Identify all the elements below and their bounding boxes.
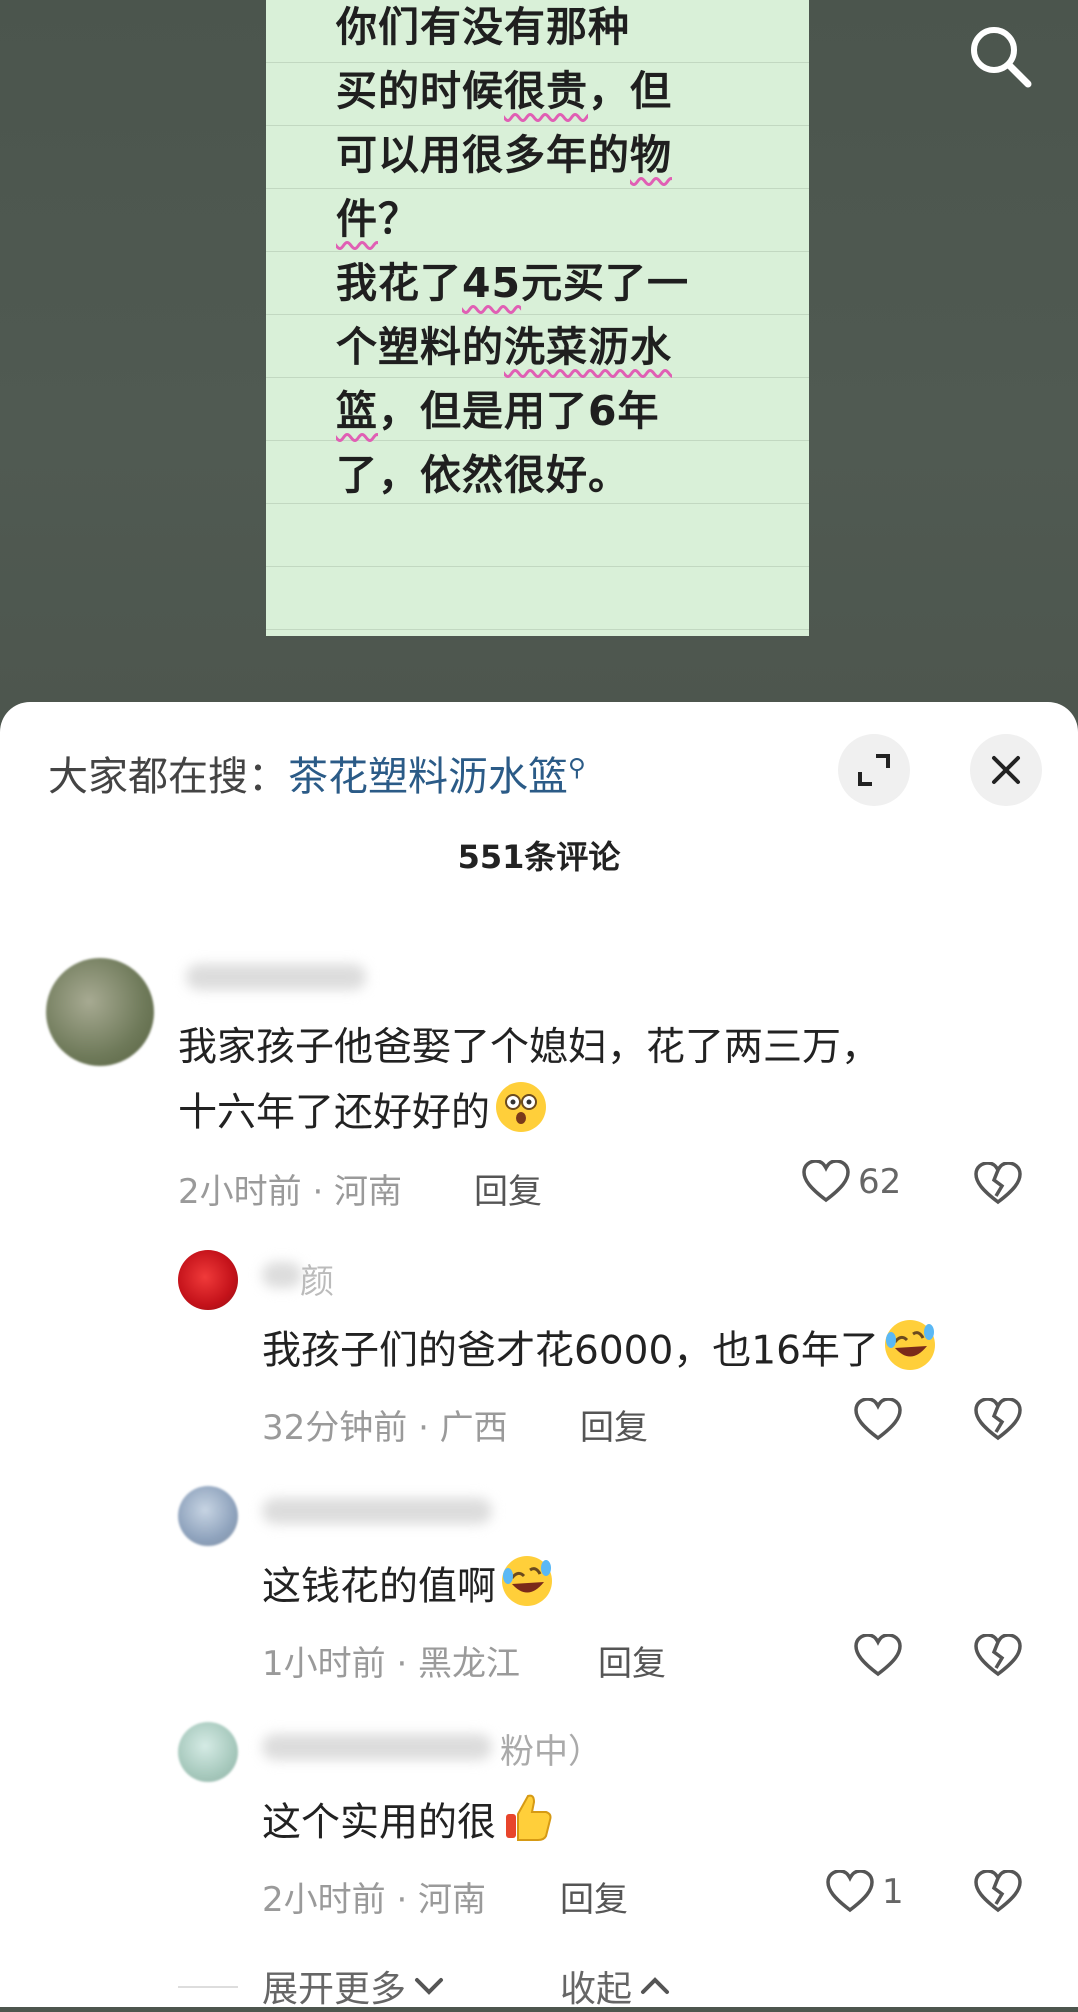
- dislike-button[interactable]: [974, 1633, 1022, 1682]
- chevron-up-icon: [641, 1977, 670, 1994]
- comment-text: 这钱花的值啊: [262, 1554, 554, 1624]
- broken-heart-icon: [974, 1869, 1022, 1913]
- like-button[interactable]: 62: [802, 1160, 901, 1204]
- note-segment: ？: [378, 195, 420, 243]
- video-area: 你们有没有那种 买的时候很贵，但 可以用很多年的物 件？ 我花了45元买了一 个…: [0, 0, 1078, 720]
- hot-search-bar[interactable]: 大家都在搜：茶花塑料沥水篮⚲: [48, 744, 586, 802]
- rolling-laughing-emoji: [500, 1554, 554, 1624]
- collapse-label: 收起: [560, 1969, 633, 2010]
- username-blurred[interactable]: [262, 1262, 302, 1288]
- thumbs-up-emoji: [500, 1790, 554, 1860]
- reply-button[interactable]: 回复: [474, 1164, 542, 1213]
- note-segment-highlight: 很贵: [504, 67, 588, 115]
- note-segment-highlight: 件: [336, 195, 378, 243]
- broken-heart-icon: [974, 1397, 1022, 1441]
- comment-meta: 1小时前 · 黑龙江: [262, 1644, 521, 1684]
- hot-search-prefix: 大家都在搜：: [48, 754, 288, 800]
- avatar[interactable]: [178, 1486, 238, 1546]
- comment-text: 十六年了还好好的: [178, 1080, 548, 1150]
- note-segment: 个塑料的: [336, 323, 504, 371]
- expand-more-label: 展开更多: [262, 1969, 407, 2010]
- comment-count: 551条评论: [457, 838, 621, 876]
- dislike-button[interactable]: [974, 1161, 1022, 1210]
- note-segment: 我花了: [336, 259, 462, 307]
- heart-icon: [826, 1870, 874, 1913]
- close-icon: [992, 756, 1020, 784]
- username-blurred[interactable]: [186, 964, 366, 990]
- like-button[interactable]: [854, 1398, 910, 1442]
- username-blurred[interactable]: [262, 1734, 492, 1760]
- comment-text: 我家孩子他爸娶了个媳妇，花了两三万，: [178, 1025, 881, 1070]
- comment-text-line: 这钱花的值啊: [262, 1564, 497, 1610]
- astonished-face-emoji: [494, 1080, 548, 1150]
- expand-button[interactable]: [838, 734, 910, 806]
- note-segment: 买的时候: [336, 67, 504, 115]
- hot-search-term[interactable]: 茶花塑料沥水篮: [288, 754, 568, 800]
- username-blurred[interactable]: [262, 1498, 492, 1524]
- like-count: 1: [882, 1872, 904, 1912]
- avatar[interactable]: [178, 1722, 238, 1782]
- dislike-button[interactable]: [974, 1397, 1022, 1446]
- note-segment: ，但是用了6年: [378, 387, 660, 435]
- avatar[interactable]: [178, 1250, 238, 1310]
- note-line: 了，依然很好。: [336, 451, 630, 499]
- reply-button[interactable]: 回复: [598, 1636, 666, 1685]
- note-line: 买的时候很贵，但: [336, 66, 672, 116]
- note-line: 个塑料的洗菜沥水: [336, 322, 672, 372]
- heart-icon: [802, 1160, 850, 1203]
- note-line: 篮，但是用了6年: [336, 386, 660, 436]
- note-segment: 可以用很多年的: [336, 131, 630, 179]
- note-segment: ，但: [588, 67, 672, 115]
- note-segment-highlight: 物: [630, 131, 672, 179]
- fan-tag: 粉中）: [500, 1732, 602, 1772]
- comment-meta: 2小时前 · 河南: [178, 1172, 403, 1212]
- note-segment-highlight: 45: [462, 259, 522, 307]
- note-line: 我花了45元买了一: [336, 258, 689, 308]
- chevron-down-icon: [415, 1978, 444, 1995]
- expand-icon: [858, 754, 890, 786]
- close-button[interactable]: [970, 734, 1042, 806]
- comment-sheet: 大家都在搜：茶花塑料沥水篮⚲ 551条评论 我家孩子他爸娶了个媳妇，花了两三万，…: [0, 702, 1078, 2010]
- like-count: 62: [858, 1162, 902, 1202]
- broken-heart-icon: [974, 1161, 1022, 1205]
- comment-meta: 32分钟前 · 广西: [262, 1408, 508, 1448]
- comment-text-line: 十六年了还好好的: [178, 1090, 491, 1136]
- search-small-icon: ⚲: [568, 753, 586, 782]
- note-line: 件？: [336, 194, 420, 244]
- note-card: 你们有没有那种 买的时候很贵，但 可以用很多年的物 件？ 我花了45元买了一 个…: [266, 0, 809, 636]
- comment-text-line: 这个实用的很: [262, 1800, 497, 1846]
- reply-button[interactable]: 回复: [560, 1872, 628, 1921]
- comment-text: 这个实用的很: [262, 1790, 554, 1860]
- reply-button[interactable]: 回复: [580, 1400, 648, 1449]
- divider: [178, 1986, 238, 1988]
- search-icon[interactable]: [966, 22, 1036, 92]
- comment-text: 我孩子们的爸才花6000，也16年了: [262, 1318, 937, 1388]
- comment-meta: 2小时前 · 河南: [262, 1880, 487, 1920]
- like-button[interactable]: 1: [826, 1870, 904, 1914]
- comment-text-line: 我孩子们的爸才花6000，也16年了: [262, 1328, 879, 1374]
- note-line: 可以用很多年的物: [336, 130, 672, 180]
- avatar[interactable]: [46, 958, 154, 1066]
- username-fragment: 颜: [300, 1262, 334, 1302]
- expand-more-button[interactable]: 展开更多: [262, 1960, 446, 2012]
- heart-icon: [854, 1398, 902, 1441]
- rolling-laughing-emoji: [883, 1318, 937, 1388]
- like-button[interactable]: [854, 1634, 910, 1678]
- broken-heart-icon: [974, 1633, 1022, 1677]
- note-segment-highlight: 篮: [336, 387, 378, 435]
- note-segment-highlight: 洗菜沥水: [504, 323, 672, 371]
- note-segment: 元买了一: [521, 259, 690, 307]
- collapse-button[interactable]: 收起: [560, 1960, 672, 2012]
- dislike-button[interactable]: [974, 1869, 1022, 1918]
- heart-icon: [854, 1634, 902, 1677]
- note-line: 你们有没有那种: [336, 3, 630, 51]
